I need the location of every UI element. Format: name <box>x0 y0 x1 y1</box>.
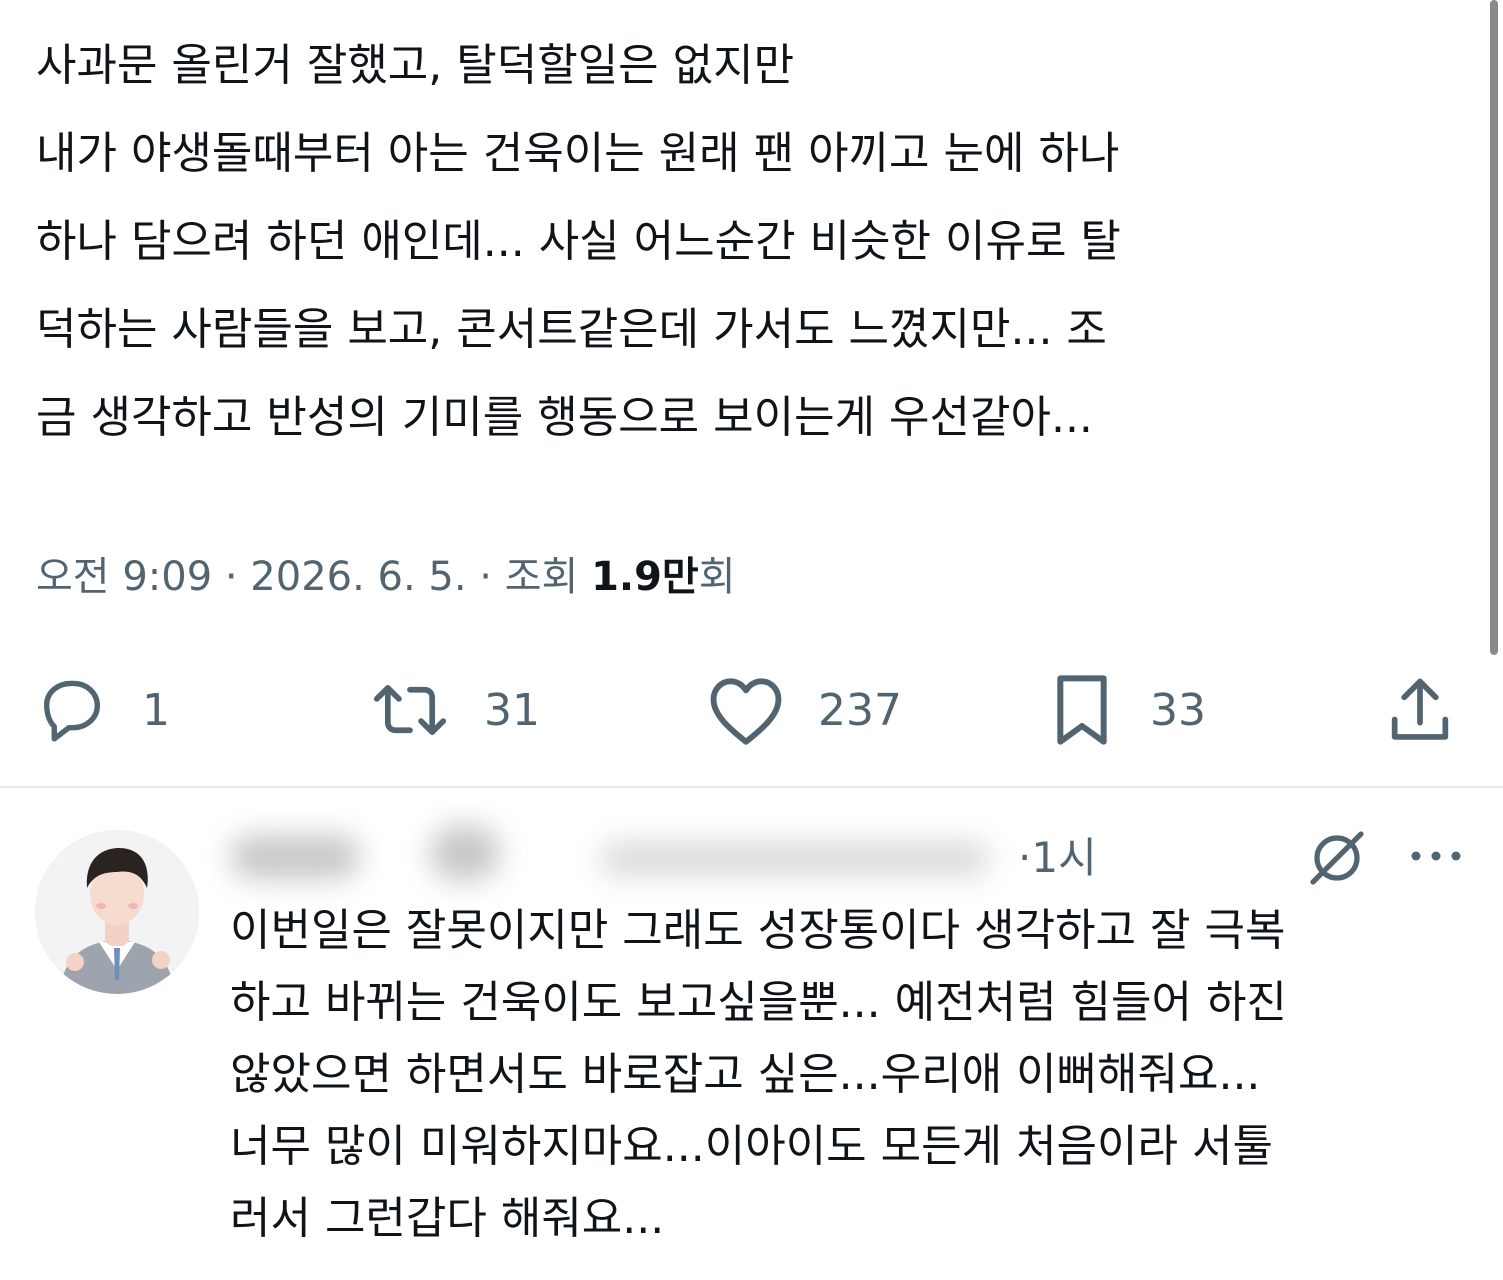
grok-icon[interactable] <box>1305 826 1369 890</box>
bookmark-icon <box>1046 670 1118 750</box>
reply-text: 이번일은 잘못이지만 그래도 성장통이다 생각하고 잘 극복 하고 바뀌는 건욱… <box>230 905 1287 1244</box>
reply-username-blurred <box>220 815 1020 895</box>
tweet-time: 오전 9:09 <box>36 554 213 600</box>
tweet-actions: 1 31 237 33 <box>0 665 1503 755</box>
views-label: 조회 <box>504 554 579 600</box>
retweet-count: 31 <box>484 684 540 736</box>
reply-time: ·1시 <box>1018 833 1097 882</box>
avatar[interactable] <box>35 830 199 994</box>
views-count: 1.9만 <box>591 554 699 600</box>
reply-count: 1 <box>142 684 170 736</box>
share-button[interactable] <box>1382 665 1458 755</box>
tweet-text: 사과문 올린거 잘했고, 탈덕할일은 없지만 내가 야생돌때부터 아는 건욱이는… <box>36 40 1121 443</box>
bookmark-button[interactable]: 33 <box>1046 665 1206 755</box>
retweet-button[interactable]: 31 <box>366 665 540 755</box>
heart-icon <box>704 672 788 748</box>
views-suffix: 회 <box>698 554 736 600</box>
bookmark-count: 33 <box>1150 684 1206 736</box>
scrollbar[interactable] <box>1490 0 1498 655</box>
like-count: 237 <box>818 684 902 736</box>
reply-icon <box>34 672 110 748</box>
meta-separator: · <box>224 554 238 600</box>
divider <box>0 786 1503 788</box>
retweet-icon <box>366 672 454 748</box>
reply-button[interactable]: 1 <box>34 665 170 755</box>
tweet-date: 2026. 6. 5. <box>250 554 467 600</box>
more-icon[interactable] <box>1408 846 1464 866</box>
meta-separator: · <box>479 554 493 600</box>
like-button[interactable]: 237 <box>704 665 902 755</box>
share-icon <box>1382 670 1458 750</box>
tweet-meta: 오전 9:09 · 2026. 6. 5. · 조회 1.9만회 <box>36 545 736 609</box>
